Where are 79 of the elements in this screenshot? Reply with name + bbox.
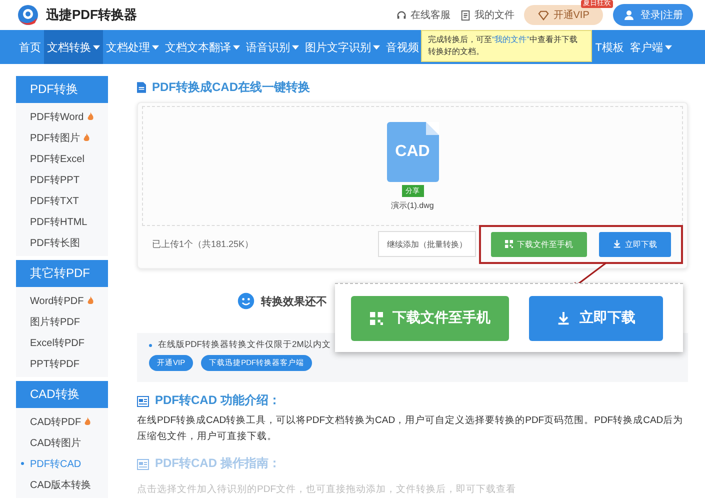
tooltip-text: 完成转换后，可至“我的文件”中查看并下载转换好的文档。	[428, 35, 578, 56]
sidebar-item[interactable]: PDF转长图	[16, 232, 108, 253]
sidebar-item[interactable]: CAD转图片	[16, 432, 108, 453]
sidebar-item[interactable]: PDF转HTML	[16, 211, 108, 232]
sidebar-item[interactable]: PDF转Word	[16, 106, 108, 127]
sidebar-label: Excel转PDF	[30, 336, 84, 350]
download-button[interactable]: 立即下载	[529, 296, 663, 340]
upload-summary: 已上传1个（共181.25K）	[152, 238, 255, 250]
sidebar-label: PDF转PPT	[30, 174, 80, 186]
sidebar-item[interactable]: Excel转PDF	[16, 332, 108, 353]
sidebar-label: PPT转PDF	[30, 358, 80, 370]
login-button[interactable]: 登录|注册	[613, 4, 693, 26]
document-icon	[137, 82, 146, 92]
download-icon	[613, 240, 621, 248]
feedback-text: 转换效果还不	[261, 294, 327, 308]
sidebar-label: PDF转长图	[30, 236, 80, 250]
nav-tab[interactable]: 文档文本翻译	[162, 30, 243, 64]
sidebar-label: 图片转PDF	[30, 316, 80, 328]
my-files-link[interactable]: “我的文件”	[492, 35, 530, 44]
bullet-icon	[21, 462, 24, 465]
sidebar-item[interactable]: 图片转PDF	[16, 311, 108, 332]
phone-download-button[interactable]: 下载文件至手机	[491, 232, 587, 256]
sidebar-item[interactable]: PDF转Excel	[16, 148, 108, 169]
page-title: PDF转换成CAD在线一键转换	[152, 78, 310, 96]
sidebar-label: PDF转HTML	[30, 216, 88, 228]
download-button[interactable]: 立即下载	[599, 232, 671, 256]
sidebar-item[interactable]: PPT转PDF	[16, 353, 108, 374]
sidebar-label: CAD转PDF	[30, 416, 82, 428]
sidebar-item[interactable]: Word转PDF	[16, 290, 108, 311]
sidebar-label: PDF转CAD	[30, 458, 82, 470]
sidebar-item[interactable]: CAD转PDF	[16, 411, 108, 432]
headset-icon	[396, 10, 408, 20]
sidebar-item[interactable]: PDF转TXT	[16, 190, 108, 211]
nav-tab[interactable]: 音视频	[383, 30, 422, 64]
download-icon	[556, 312, 570, 324]
sidebar-label: Word转PDF	[30, 294, 84, 308]
sidebar-heading: CAD转换	[16, 381, 108, 408]
nav-tab[interactable]: 语音识别	[243, 30, 302, 64]
sidebar-label: CAD转图片	[30, 436, 82, 450]
section-text: 点击选择文件加入待识别的PDF文件，也可直接拖动添加，文件转换后，即可下载查看	[137, 483, 517, 497]
add-more-button[interactable]: 继续添加（批量转换）	[378, 231, 476, 257]
phone-download-button[interactable]: 下载文件至手机	[351, 296, 509, 340]
section-text: 在线PDF转换成CAD转换工具，可以将PDF文档转换为CAD，用户可自定义选择要转换的PDF页码范围。PDF转换成CAD后为压缩包文件，用户可直接下载。	[137, 414, 684, 444]
user-icon	[623, 9, 636, 21]
bullet-icon	[149, 344, 152, 346]
nav-tab[interactable]: 首页	[16, 30, 44, 64]
vip-button[interactable]: 开通VIP	[524, 5, 604, 25]
sidebar-label: PDF转Excel	[30, 152, 84, 166]
sidebar-item[interactable]: PDF转图片	[16, 127, 108, 148]
sidebar-label: PDF转图片	[30, 132, 80, 144]
section-title: PDF转CAD 操作指南：	[155, 455, 280, 472]
sidebar-heading: 其它转PDF	[16, 260, 108, 287]
section-icon	[137, 458, 149, 470]
file-icon: CAD	[386, 122, 438, 182]
sidebar-item[interactable]: PDF转CAD	[16, 453, 108, 474]
sidebar-label: CAD版本转换	[30, 478, 92, 492]
nav-tab[interactable]: 图片文字识别	[302, 30, 383, 64]
sidebar-item[interactable]: PDF转PPT	[16, 169, 108, 190]
sidebar-heading: PDF转换	[16, 76, 108, 103]
sidebar-item[interactable]: CAD版本转换	[16, 474, 108, 495]
qr-code-icon	[370, 312, 382, 324]
nav-tab[interactable]: T模板	[592, 30, 627, 64]
header-link[interactable]: 我的文件	[460, 8, 514, 22]
file-name: 演示(1).dwg	[391, 200, 434, 210]
nav-tab[interactable]: 客户端	[627, 30, 675, 64]
document-icon	[460, 10, 472, 20]
smiley-icon	[237, 292, 255, 310]
nav-tab[interactable]: 文档转换	[44, 30, 103, 64]
qr-code-icon	[505, 240, 513, 248]
logo-icon	[16, 3, 40, 27]
section-icon	[137, 394, 149, 406]
sidebar-label: PDF转Word	[30, 110, 84, 124]
header-link[interactable]: 在线客服	[396, 8, 450, 22]
diamond-icon	[538, 10, 550, 20]
logo-text[interactable]: 迅捷PDF转换器	[46, 6, 137, 24]
notice-text: 在线版PDF转换器转换文件仅限于2M以内文	[158, 339, 331, 351]
sidebar-label: PDF转TXT	[30, 194, 79, 208]
section-title: PDF转CAD 功能介绍：	[155, 392, 280, 409]
nav-tab[interactable]: 文档处理	[103, 30, 162, 64]
